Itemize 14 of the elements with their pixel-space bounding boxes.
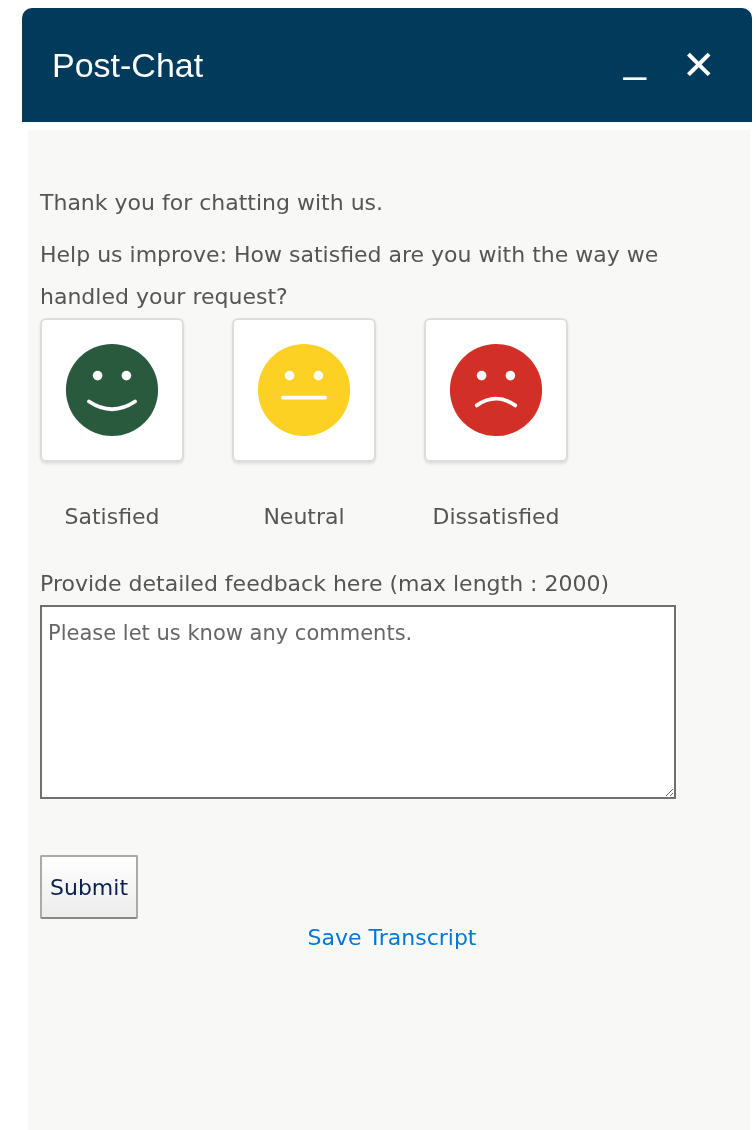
feedback-field[interactable]: Please let us know any comments. — [40, 605, 676, 799]
rating-label: Neutral — [263, 504, 345, 529]
question-text: Help us improve: How satisfied are you with the way we handled your request? — [40, 241, 660, 311]
save-transcript-link[interactable]: Save Transcript — [307, 925, 477, 950]
rating-button[interactable] — [40, 318, 184, 462]
rating-label: Satisfied — [64, 504, 160, 529]
rating-button[interactable] — [424, 318, 568, 462]
minimize-button[interactable]: _ — [617, 38, 652, 78]
window-title: Post-Chat — [52, 45, 205, 85]
close-button[interactable]: ✕ — [676, 45, 722, 85]
submit-button[interactable]: Submit — [40, 855, 139, 919]
thank-you-text: Thank you for chatting with us. — [40, 189, 385, 217]
feedback-label: Provide detailed feedback here (max length : 2000) — [40, 570, 611, 598]
rating-label: Dissatisfied — [432, 504, 560, 529]
